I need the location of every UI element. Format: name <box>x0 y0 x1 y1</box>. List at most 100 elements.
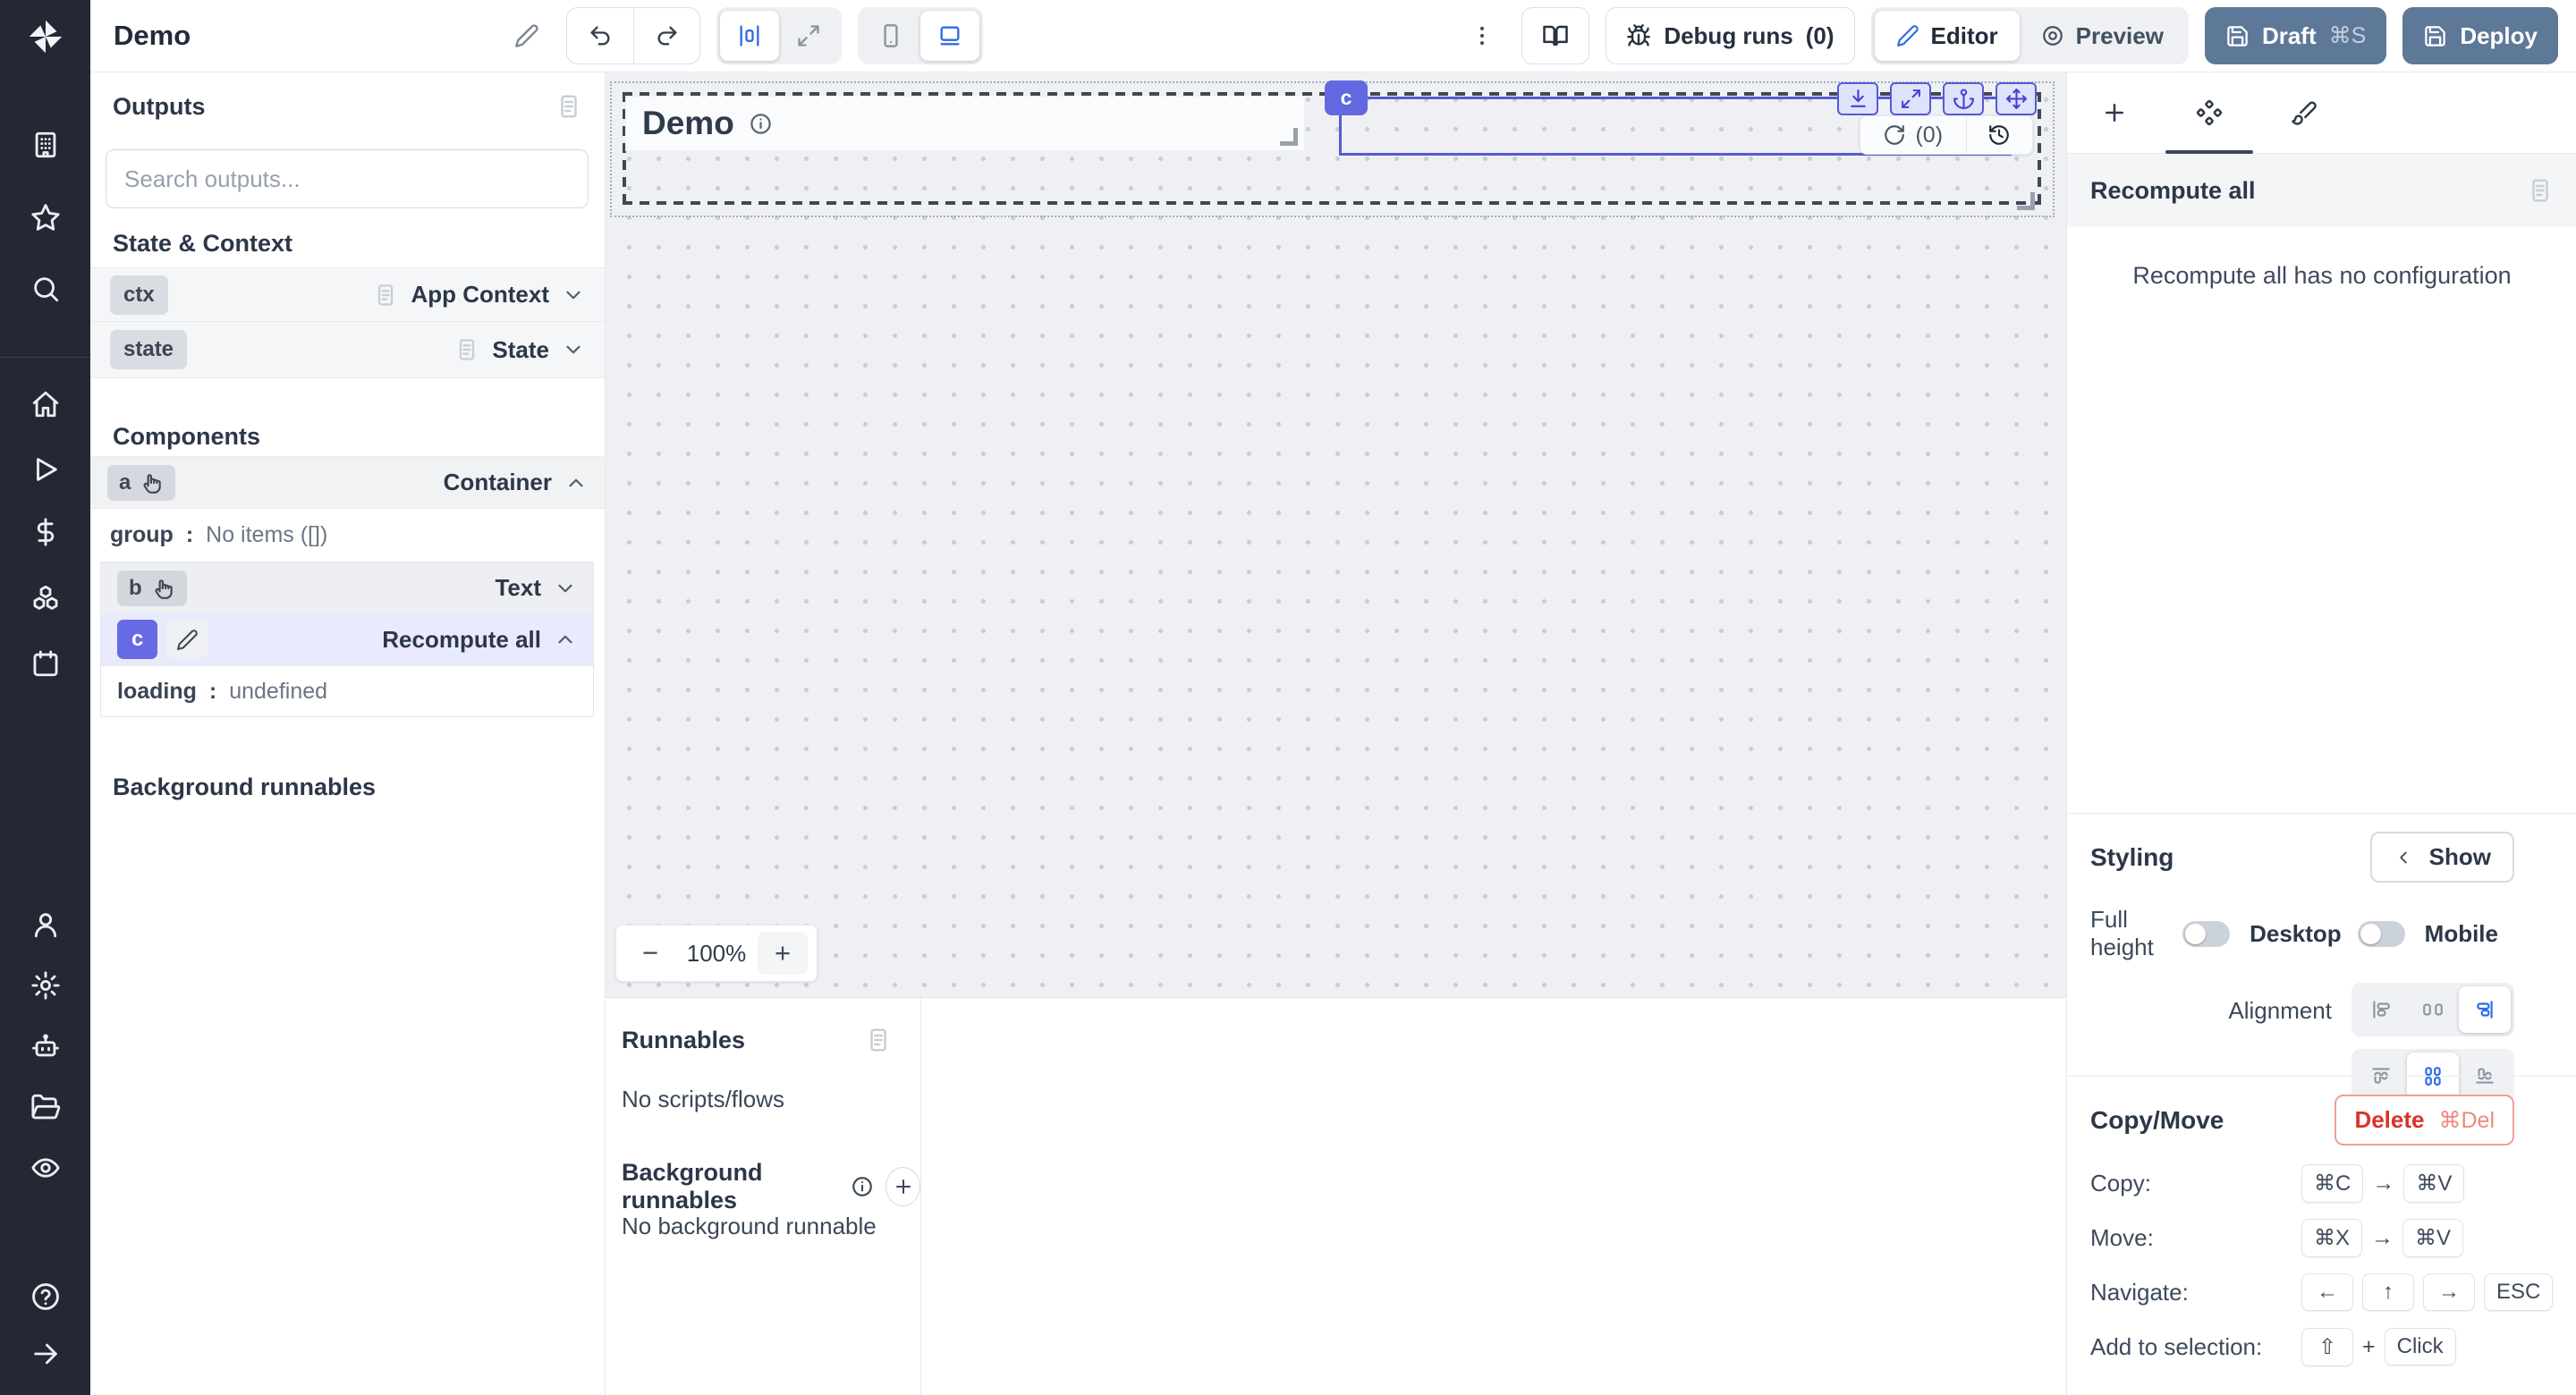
group-separator: : <box>186 522 193 548</box>
building-icon <box>30 130 61 160</box>
desktop-view-button[interactable] <box>920 11 979 61</box>
rail-item-runs[interactable] <box>26 450 65 489</box>
desktop-toggle[interactable] <box>2358 921 2405 947</box>
rail-item-schedules[interactable] <box>26 644 65 683</box>
align-left-button[interactable] <box>2355 986 2407 1033</box>
rail-item-favorites[interactable] <box>26 198 65 237</box>
component-run-bar: (0) <box>1860 115 2033 155</box>
help-icon <box>30 1281 61 1312</box>
inspector-component-name: Recompute all <box>2090 177 2256 205</box>
debug-runs-button[interactable]: Debug runs (0) <box>1606 7 1854 64</box>
rail-item-search[interactable] <box>26 269 65 309</box>
debug-runs-label: Debug runs <box>1664 22 1792 50</box>
background-runnables-heading: Background runnables <box>113 774 376 801</box>
edit-title-button[interactable] <box>504 11 550 61</box>
pencil-icon <box>1896 24 1919 47</box>
windmill-logo[interactable] <box>25 16 66 57</box>
zoom-in-button[interactable]: + <box>758 932 808 975</box>
preview-target-icon <box>2041 24 2064 47</box>
horizontal-alignment-group <box>2351 983 2514 1036</box>
runnables-title: Runnables <box>622 1027 745 1054</box>
undo-button[interactable] <box>567 8 633 63</box>
align-center-h-icon <box>2421 998 2445 1021</box>
move-button[interactable] <box>1996 82 2037 115</box>
rail-item-resources[interactable] <box>26 579 65 618</box>
resize-handle[interactable] <box>1280 128 1298 146</box>
more-menu-button[interactable] <box>1459 11 1505 61</box>
rail-item-workspace[interactable] <box>26 125 65 165</box>
background-runnables-title: Background runnables <box>622 1159 839 1214</box>
save-icon <box>2225 24 2250 48</box>
docs-button[interactable] <box>1521 7 1589 64</box>
component-row-a[interactable]: a Container <box>90 456 605 509</box>
refresh-component-button[interactable]: (0) <box>1860 123 1966 148</box>
expand-down-button[interactable] <box>1837 82 1878 115</box>
editor-preview-group: Editor Preview <box>1871 7 2189 64</box>
output-row-loading[interactable]: loading : undefined <box>101 665 593 716</box>
component-c-tab[interactable]: c <box>1325 80 1368 115</box>
component-c-type: Recompute all <box>382 626 541 654</box>
history-button[interactable] <box>1967 123 2032 147</box>
info-icon[interactable] <box>749 112 773 136</box>
output-row-state[interactable]: state State <box>90 321 605 378</box>
delete-component-button[interactable]: Delete ⌘Del <box>2334 1095 2514 1146</box>
copy-label: Copy: <box>2090 1170 2301 1197</box>
zoom-out-button[interactable]: − <box>625 932 675 975</box>
rail-item-home[interactable] <box>26 385 65 424</box>
tab-preview[interactable]: Preview <box>2020 11 2185 61</box>
chevron-left-icon <box>2394 848 2413 867</box>
align-center-icon <box>737 23 762 48</box>
rail-item-audit[interactable] <box>26 1148 65 1188</box>
container-children-group: b Text c Recompute all loading : <box>100 562 594 717</box>
tab-component-settings[interactable] <box>2162 72 2257 153</box>
rail-item-help[interactable] <box>26 1277 65 1316</box>
zoom-level: 100% <box>675 940 758 968</box>
doc-icon[interactable] <box>555 93 582 120</box>
anchor-button[interactable] <box>1943 82 1984 115</box>
doc-icon <box>454 337 479 362</box>
app-canvas[interactable]: Demo c (0) − 100% + <box>606 72 2066 997</box>
full-height-label: Full height <box>2090 906 2166 961</box>
pencil-icon[interactable] <box>166 621 208 658</box>
deploy-button[interactable]: Deploy <box>2402 7 2558 64</box>
component-row-b[interactable]: b Text <box>101 562 593 613</box>
arrow-right-icon <box>30 1339 61 1369</box>
align-right-icon <box>2473 998 2496 1021</box>
tab-insert-component[interactable] <box>2067 72 2162 153</box>
tab-editor[interactable]: Editor <box>1875 11 2020 61</box>
desktop-label: Desktop <box>2250 920 2342 948</box>
add-background-runnable-button[interactable] <box>886 1167 920 1206</box>
draft-button[interactable]: Draft ⌘S <box>2205 7 2386 64</box>
doc-icon[interactable] <box>865 1027 892 1053</box>
align-right-button[interactable] <box>2459 986 2511 1033</box>
component-row-c[interactable]: c Recompute all <box>101 613 593 665</box>
rail-item-settings[interactable] <box>26 966 65 1005</box>
resize-handle[interactable] <box>2017 192 2035 210</box>
fullscreen-button[interactable] <box>1890 82 1931 115</box>
text-component-b[interactable]: Demo <box>625 96 1305 151</box>
output-row-group[interactable]: group : No items ([]) <box>90 509 605 562</box>
redo-button[interactable] <box>633 8 699 63</box>
align-center-button[interactable] <box>2407 986 2459 1033</box>
arrow-right-glyph: → <box>2371 1225 2394 1251</box>
search-outputs-input[interactable] <box>106 149 589 208</box>
output-row-ctx[interactable]: ctx App Context <box>90 267 605 321</box>
doc-icon[interactable] <box>2527 177 2554 204</box>
rail-item-workers[interactable] <box>26 1027 65 1066</box>
rail-item-users[interactable] <box>26 905 65 944</box>
fullwidth-layout-button[interactable] <box>779 11 838 61</box>
run-count: (0) <box>1915 123 1943 148</box>
shortcut-row-move: Move: ⌘X → ⌘V <box>2090 1213 2514 1263</box>
shortcut-row-navigate: Navigate: ← ↑ → ESC <box>2090 1267 2514 1317</box>
doc-icon <box>373 283 398 308</box>
shortcut-row-copy: Copy: ⌘C → ⌘V <box>2090 1158 2514 1208</box>
tab-theme[interactable] <box>2257 72 2351 153</box>
rail-item-variables[interactable] <box>26 512 65 552</box>
centered-layout-button[interactable] <box>720 11 779 61</box>
full-height-toggle[interactable] <box>2182 921 2230 947</box>
show-styling-button[interactable]: Show <box>2370 832 2514 883</box>
mobile-view-button[interactable] <box>861 11 920 61</box>
rail-item-folders[interactable] <box>26 1087 65 1127</box>
rail-item-expand[interactable] <box>26 1334 65 1374</box>
deploy-label: Deploy <box>2460 22 2538 50</box>
